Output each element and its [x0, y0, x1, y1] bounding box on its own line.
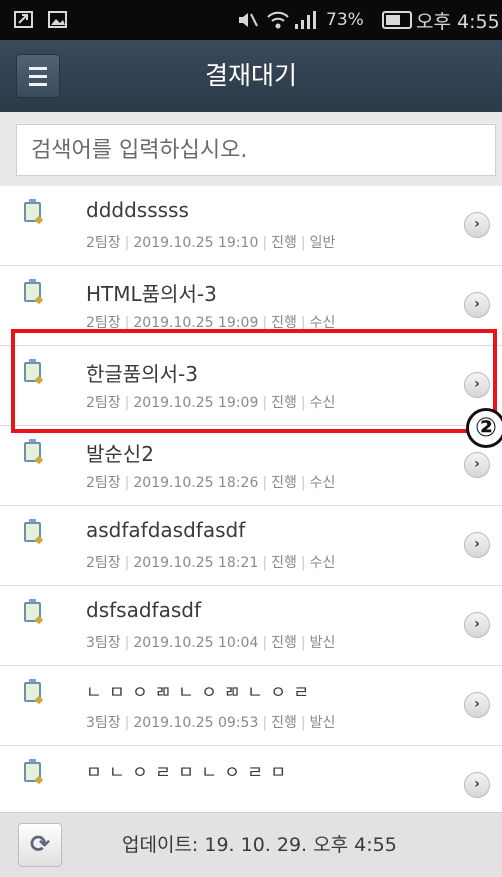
item-meta: 2팀장 | 2019.10.25 19:10 | 진행 | 일반 — [86, 235, 336, 251]
highlight-box — [11, 329, 497, 433]
search-input[interactable] — [16, 124, 496, 176]
search-bar — [0, 112, 502, 186]
header: 결재대기 — [0, 40, 502, 113]
document-icon — [24, 599, 41, 622]
item-title: ㅁ ㄴ ㅇ ㄹ ㅁ ㄴ ㅇ ㄹ ㅁ — [86, 763, 287, 783]
mute-icon — [236, 0, 258, 40]
item-meta: 3팀장 | 2019.10.25 10:04 | 진행 | 발신 — [86, 635, 336, 651]
item-meta: 3팀장 | 2019.10.25 09:53 | 진행 | 발신 — [86, 715, 336, 731]
item-title: 발순신2 — [86, 442, 154, 466]
list-item[interactable]: ddddsssss 2팀장 | 2019.10.25 19:10 | 진행 | 일반 › — [0, 186, 502, 266]
item-title: dsfsadfasdf — [86, 598, 201, 622]
clock: 오후 4:55 — [416, 10, 500, 33]
document-icon — [24, 279, 41, 302]
footer: ⟳ 업데이트: 19. 10. 29. 오후 4:55 — [0, 812, 502, 877]
chevron-right-icon[interactable]: › — [464, 692, 490, 718]
chevron-right-icon[interactable]: › — [464, 292, 490, 318]
item-title: ddddsssss — [86, 198, 189, 222]
image-icon — [48, 0, 68, 40]
chevron-right-icon[interactable]: › — [464, 452, 490, 478]
document-icon — [24, 759, 41, 782]
item-meta: 2팀장 | 2019.10.25 18:26 | 진행 | 수신 — [86, 475, 336, 491]
chevron-right-icon[interactable]: › — [464, 772, 490, 798]
status-bar: 73% 오후 4:55 — [0, 0, 502, 40]
notification-icon — [14, 0, 34, 40]
battery-percent: 73% — [326, 10, 364, 30]
update-status: 업데이트: 19. 10. 29. 오후 4:55 — [122, 834, 397, 856]
list-item[interactable]: 발순신2 2팀장 | 2019.10.25 18:26 | 진행 | 수신 › — [0, 426, 502, 506]
signal-icon — [294, 0, 318, 40]
item-title: ㄴ ㅁ ㅇ ㄻ ㄴ ㅇ ㄻ ㄴ ㅇ ㄹ — [86, 683, 311, 703]
document-icon — [24, 439, 41, 462]
item-title: HTML품의서-3 — [86, 282, 217, 306]
chevron-right-icon[interactable]: › — [464, 612, 490, 638]
wifi-icon — [266, 0, 290, 40]
refresh-icon[interactable]: ⟳ — [18, 823, 62, 867]
chevron-right-icon[interactable]: › — [464, 212, 490, 238]
list-item[interactable]: ㄴ ㅁ ㅇ ㄻ ㄴ ㅇ ㄻ ㄴ ㅇ ㄹ 3팀장 | 2019.10.25 09:53… — [0, 666, 502, 746]
item-meta: 2팀장 | 2019.10.25 18:21 | 진행 | 수신 — [86, 555, 336, 571]
item-title: asdfafdasdfasdf — [86, 518, 246, 542]
chevron-right-icon[interactable]: › — [464, 532, 490, 558]
page-title: 결재대기 — [204, 61, 297, 90]
document-icon — [24, 519, 41, 542]
battery-icon — [382, 0, 418, 40]
document-icon — [24, 679, 41, 702]
document-icon — [24, 199, 41, 222]
step-badge: ② — [466, 408, 502, 448]
list-item[interactable]: dsfsadfasdf 3팀장 | 2019.10.25 10:04 | 진행 | 발신 › — [0, 586, 502, 666]
list-item[interactable]: asdfafdasdfasdf 2팀장 | 2019.10.25 18:21 | 진행 |… — [0, 506, 502, 586]
list-item[interactable]: ㅁ ㄴ ㅇ ㄹ ㅁ ㄴ ㅇ ㄹ ㅁ › — [0, 746, 502, 812]
